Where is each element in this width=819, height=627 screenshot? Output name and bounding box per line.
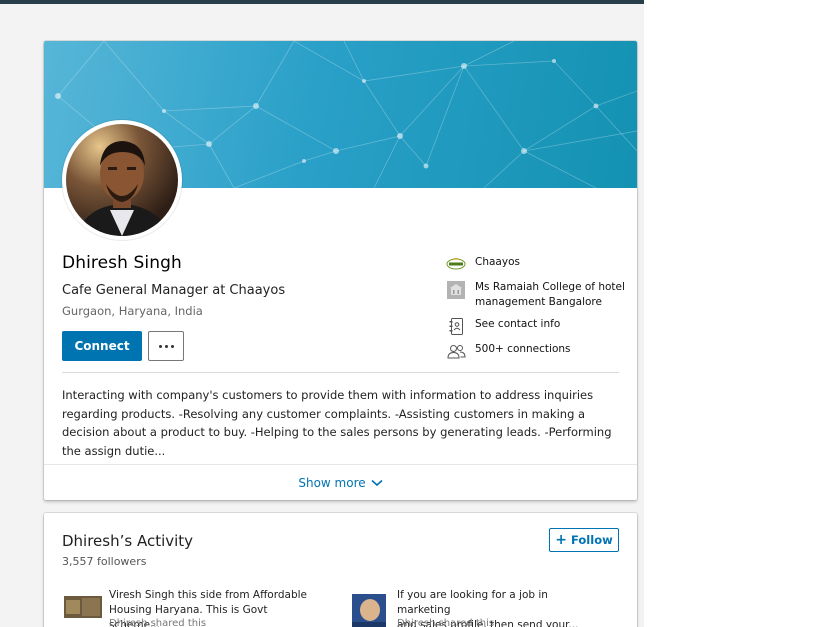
education-name: Ms Ramaiah College of hotel management B… [475,280,625,310]
profile-summary: Interacting with company's customers to … [62,388,612,458]
school-icon [446,280,466,300]
contact-book-icon [446,317,466,335]
show-more-button[interactable]: Show more [44,465,637,500]
activity-title: Dhiresh’s Activity [62,532,194,550]
follow-label: Follow [571,533,613,547]
connections-link[interactable]: 500+ connections [446,342,626,360]
connect-button[interactable]: Connect [62,331,142,361]
post-thumbnail [64,596,102,618]
profile-side-info: Chaayos Ms Ramaiah College of hotel mana… [446,255,626,367]
current-company-link[interactable]: Chaayos [446,255,626,273]
contact-info-link[interactable]: See contact info [446,317,626,335]
post-meta: Dhiresh shared this [109,618,207,627]
profile-headline: Cafe General Manager at Chaayos [62,283,286,298]
contact-info-label: See contact info [475,318,561,330]
post-thumbnail [352,594,386,627]
company-name: Chaayos [475,256,520,268]
plus-icon: + [555,532,568,548]
ellipsis-icon-dot [158,344,162,348]
ellipsis-icon-dot [170,344,174,348]
education-line-2: management Bangalore [475,296,602,308]
section-divider [62,372,619,373]
more-actions-button[interactable] [148,331,184,361]
activity-post[interactable]: Viresh Singh this side from Affordable H… [64,588,314,627]
education-line-1: Ms Ramaiah College of hotel [475,281,625,293]
ellipsis-icon-dot [164,344,168,348]
activity-post[interactable]: If you are looking for a job in marketin… [352,588,602,627]
people-icon [446,342,466,360]
post-meta: Dhiresh shared this [397,618,495,627]
chevron-down-icon [371,479,383,486]
followers-count: 3,557 followers [62,555,147,568]
chaayos-logo-icon [446,255,466,273]
profile-card: Dhiresh Singh Cafe General Manager at Ch… [44,41,637,500]
profile-name: Dhiresh Singh [62,253,182,273]
profile-location: Gurgaon, Haryana, India [62,304,203,318]
connections-count: 500+ connections [475,343,571,355]
profile-photo-image [66,124,178,236]
post-text-line: If you are looking for a job in marketin… [397,589,548,616]
show-more-label: Show more [298,475,366,490]
profile-photo[interactable] [62,120,182,240]
post-text-line: Viresh Singh this side from Affordable [109,589,308,601]
follow-button[interactable]: + Follow [549,528,619,552]
activity-card: Dhiresh’s Activity 3,557 followers + Fol… [44,513,637,627]
education-link[interactable]: Ms Ramaiah College of hotel management B… [446,280,626,310]
